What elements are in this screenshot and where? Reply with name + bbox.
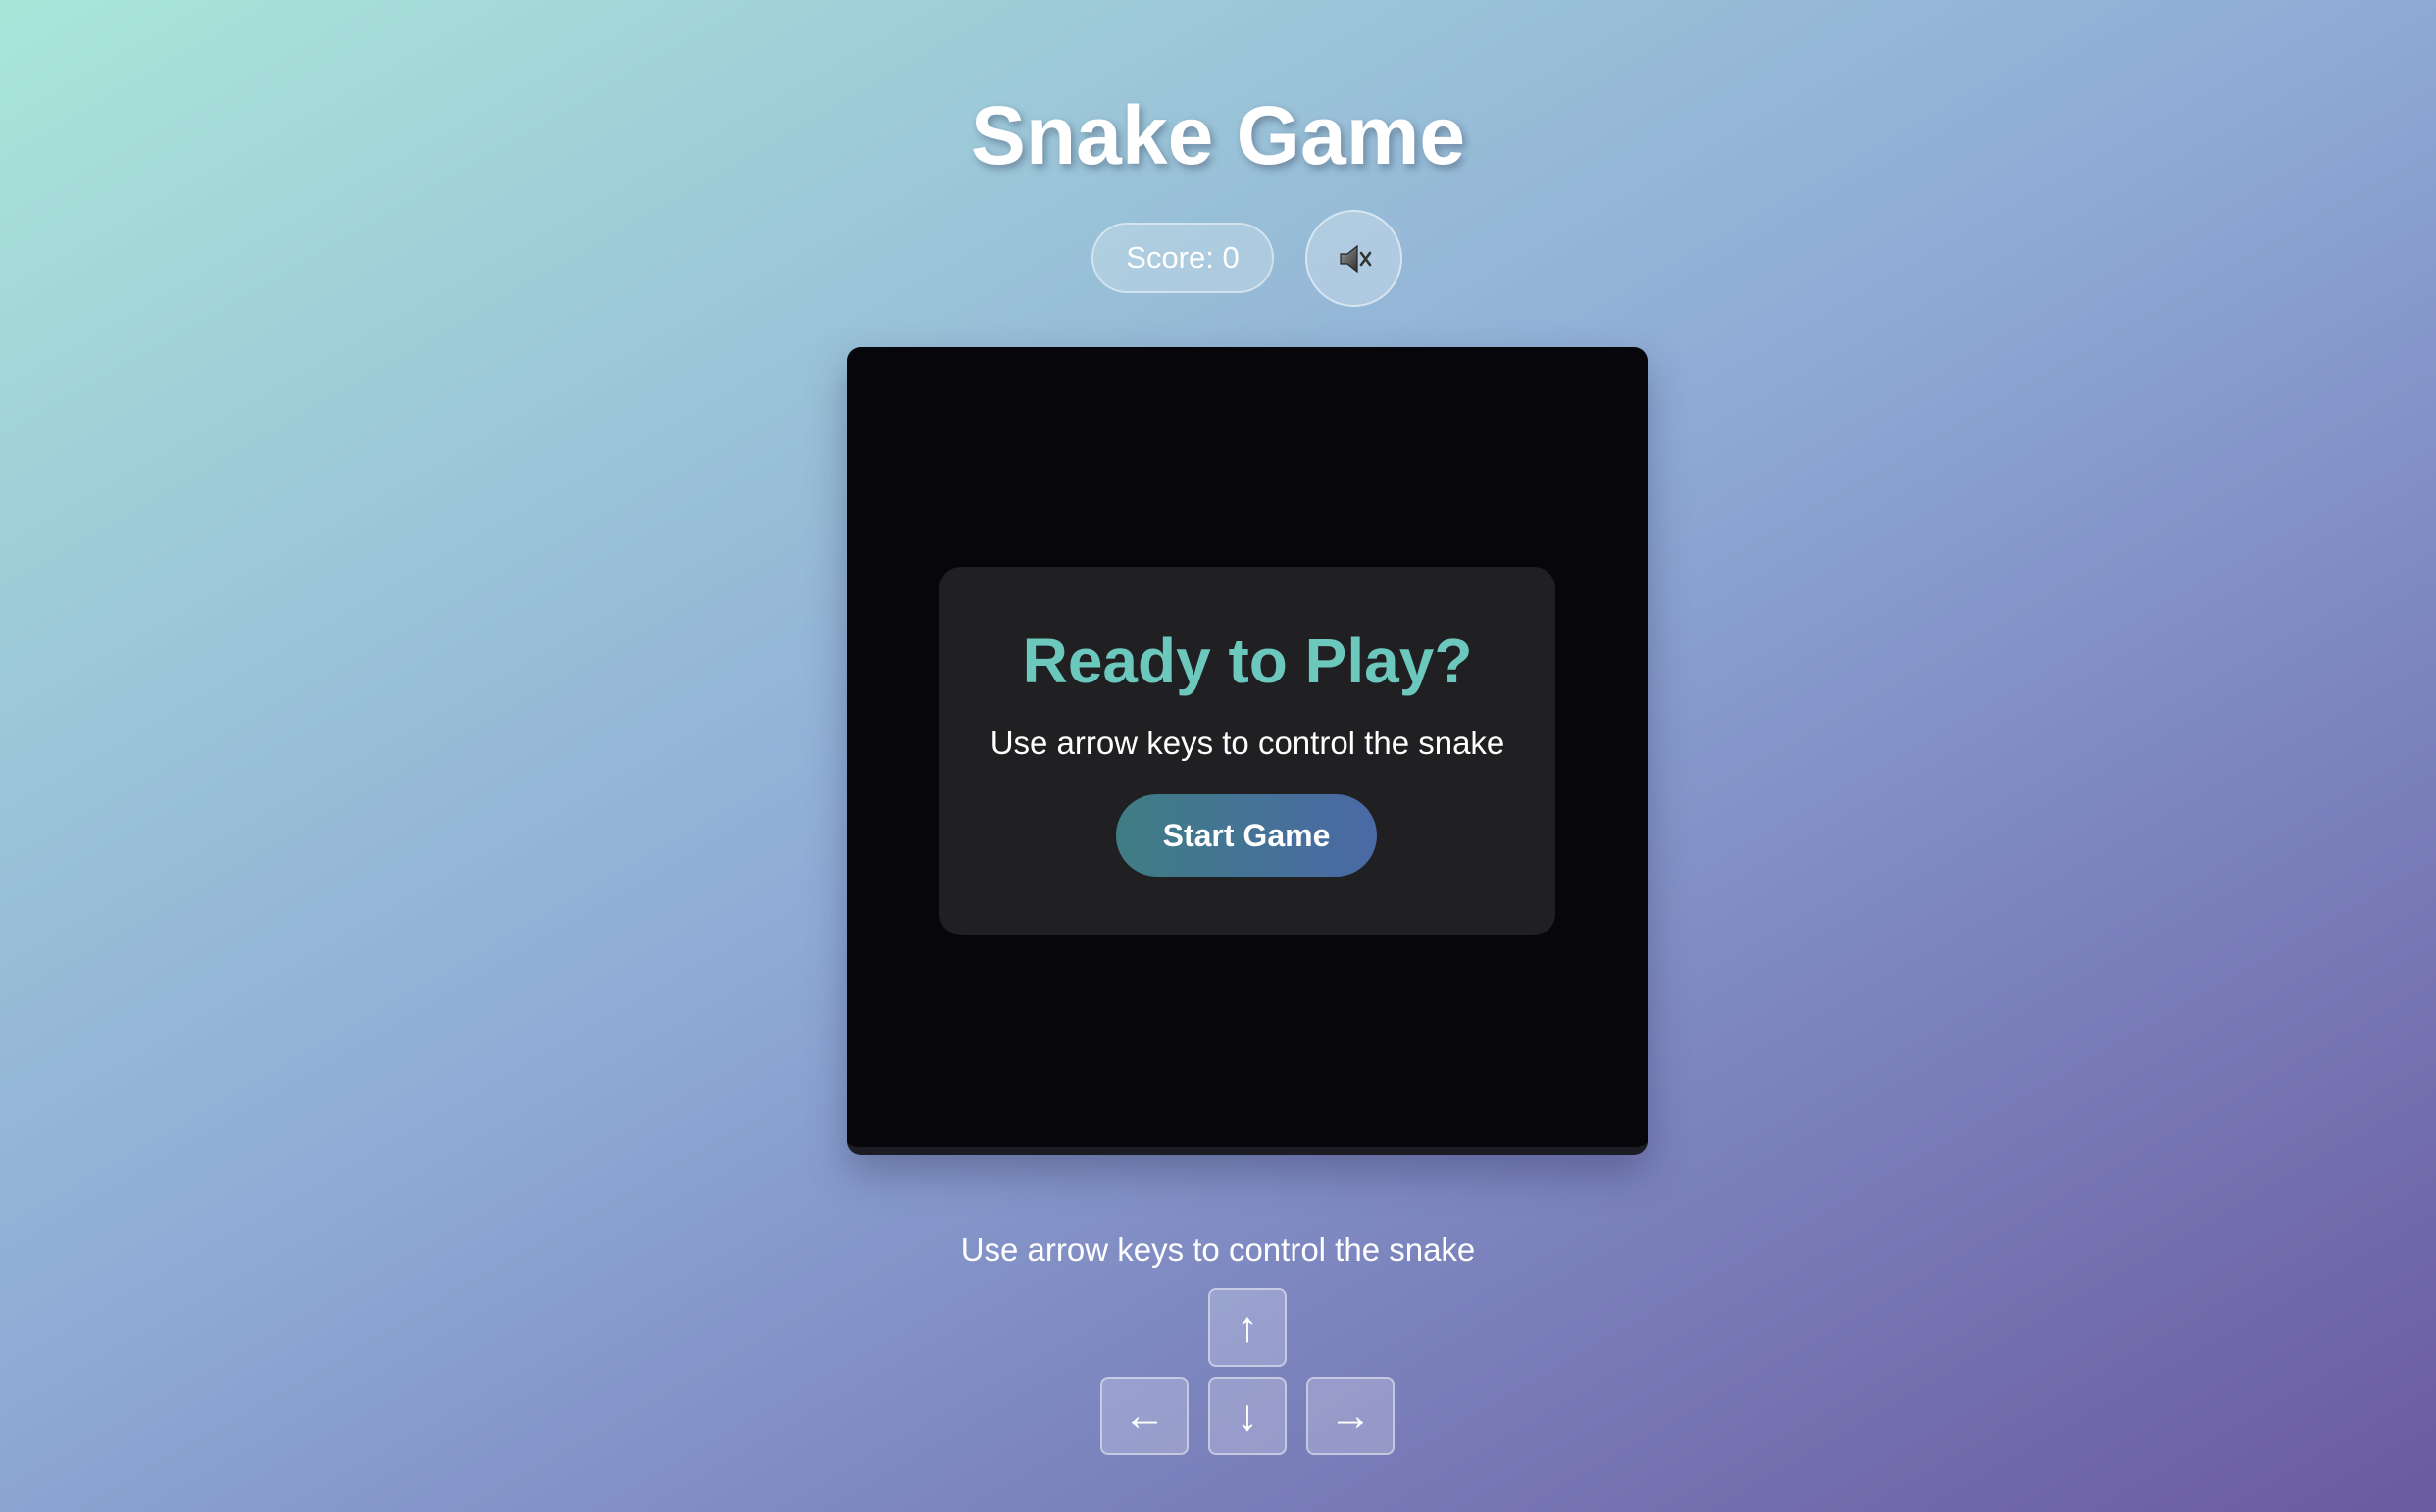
start-game-button[interactable]: Start Game xyxy=(1116,794,1377,877)
page-title: Snake Game xyxy=(970,89,1466,181)
score-display: Score: 0 xyxy=(1091,223,1274,293)
game-board[interactable]: Ready to Play? Use arrow keys to control… xyxy=(847,347,1648,1155)
controls-instructions: Use arrow keys to control the snake xyxy=(960,1232,1476,1268)
arrow-up-button[interactable]: ↑ xyxy=(1208,1288,1287,1367)
overlay-title: Ready to Play? xyxy=(1022,626,1473,696)
start-overlay: Ready to Play? Use arrow keys to control… xyxy=(939,567,1555,935)
speaker-muted-icon xyxy=(1339,244,1371,273)
arrow-left-button[interactable]: ← xyxy=(1100,1377,1189,1455)
overlay-subtitle: Use arrow keys to control the snake xyxy=(990,725,1505,761)
sound-toggle-button[interactable] xyxy=(1305,210,1402,307)
arrow-right-button[interactable]: → xyxy=(1306,1377,1395,1455)
arrow-down-button[interactable]: ↓ xyxy=(1208,1377,1287,1455)
